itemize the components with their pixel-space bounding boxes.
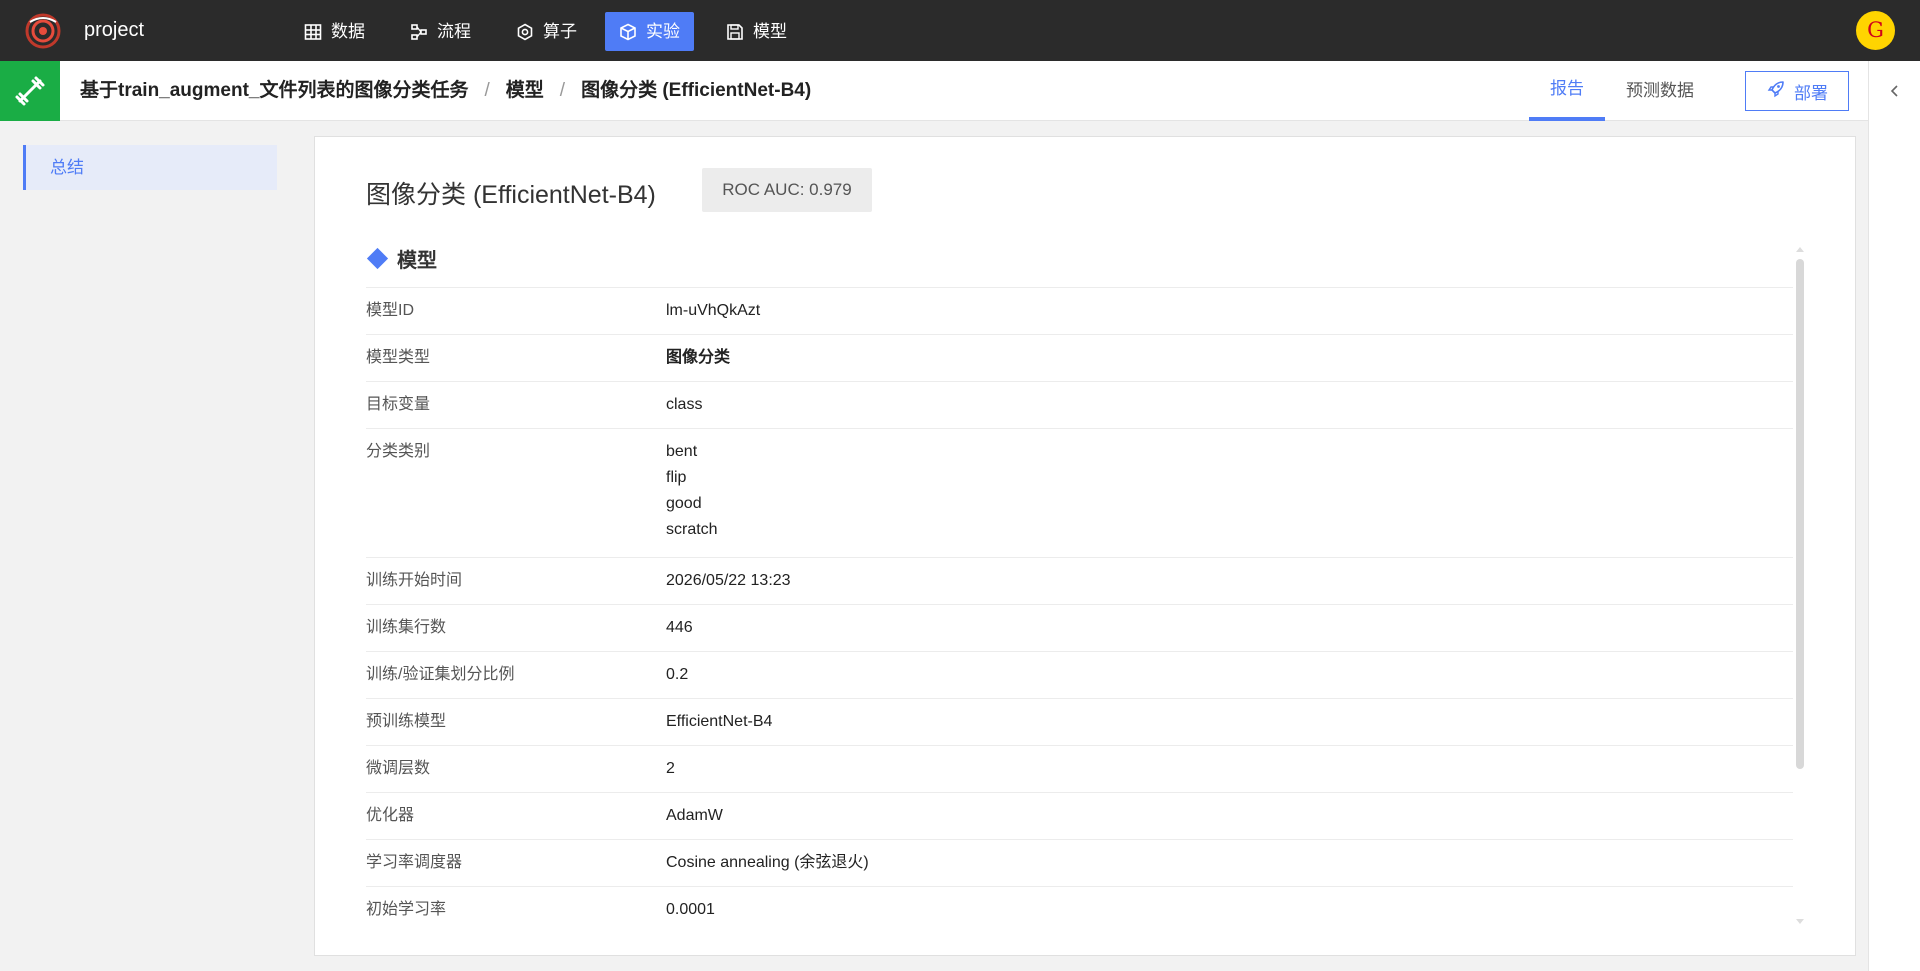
row-key: 微调层数 (366, 760, 431, 777)
tab-report[interactable]: 报告 (1529, 61, 1605, 121)
table-row: 目标变量 class (366, 381, 1793, 428)
class-item: flip (666, 469, 687, 486)
row-key: 模型类型 (366, 349, 431, 366)
table-row: 优化器 AdamW (366, 792, 1793, 839)
diamond-icon (366, 247, 389, 269)
breadcrumb-bar: 基于train_augment_文件列表的图像分类任务 / 模型 / 图像分类 (Eff… (0, 61, 1868, 121)
nav-item-label: 算子 (543, 22, 577, 41)
nav-item-flow[interactable]: 流程 (396, 12, 485, 51)
table-row: 微调层数 2 (366, 745, 1793, 792)
table-row: 训练/验证集划分比例 0.2 (366, 651, 1793, 698)
class-item: bent (666, 443, 698, 460)
nav-item-data[interactable]: 数据 (290, 12, 379, 51)
table-row: 学习率调度器 Cosine annealing (余弦退火) (366, 839, 1793, 886)
app-logo-icon[interactable] (24, 12, 62, 50)
nav-item-label: 实验 (646, 22, 680, 41)
nav-item-label: 数据 (331, 22, 365, 41)
flow-icon (410, 23, 428, 41)
hexagon-icon (516, 23, 534, 41)
table-row: 模型类型 图像分类 (366, 334, 1793, 381)
table-row: 预训练模型 EfficientNet-B4 (366, 698, 1793, 745)
scroll-thumb[interactable] (1796, 259, 1804, 769)
section-title: 模型 (397, 249, 437, 272)
nav-item-operators[interactable]: 算子 (502, 12, 591, 51)
page-title: 图像分类 (EfficientNet-B4) (366, 181, 656, 209)
row-value: 2 (666, 760, 675, 777)
deploy-label: 部署 (1794, 83, 1828, 103)
row-value: 0.0001 (666, 901, 715, 918)
class-item: scratch (666, 521, 718, 538)
vertical-scrollbar[interactable] (1795, 247, 1805, 927)
table-row: 分类类别 bent flip good scratch (366, 428, 1793, 557)
rocket-icon (1766, 79, 1786, 104)
table-row: 初始学习率 0.0001 (366, 886, 1793, 933)
scroll-down-arrow-icon[interactable] (1796, 919, 1804, 924)
row-key: 预训练模型 (366, 713, 447, 730)
metric-badge: ROC AUC: 0.979 (702, 168, 872, 212)
nav-item-experiments[interactable]: 实验 (605, 12, 694, 51)
right-side-panel (1868, 61, 1920, 971)
row-value: class (666, 396, 703, 413)
app-name[interactable]: project (84, 0, 144, 61)
row-key: 优化器 (366, 807, 415, 824)
row-key: 训练开始时间 (366, 572, 463, 589)
row-key: 分类类别 (366, 443, 431, 460)
breadcrumb-separator: / (484, 80, 490, 101)
cube-icon (619, 23, 637, 41)
nav-item-label: 流程 (437, 22, 471, 41)
scroll-up-arrow-icon[interactable] (1796, 247, 1804, 252)
user-avatar[interactable]: G (1856, 11, 1895, 50)
breadcrumb-current-model: 图像分类 (EfficientNet-B4) (581, 80, 812, 101)
report-card: 图像分类 (EfficientNet-B4) ROC AUC: 0.979 模型… (314, 136, 1856, 956)
row-key: 学习率调度器 (366, 854, 463, 871)
breadcrumb: 基于train_augment_文件列表的图像分类任务 / 模型 / 图像分类 (Eff… (80, 61, 811, 121)
row-value: 2026/05/22 13:23 (666, 572, 791, 589)
row-value-list: bent flip good scratch (666, 439, 718, 543)
nav-item-models[interactable]: 模型 (712, 12, 801, 51)
breadcrumb-separator: / (559, 80, 566, 101)
sidebar-item-summary[interactable]: 总结 (23, 145, 277, 190)
row-key: 模型ID (366, 302, 415, 319)
deploy-button[interactable]: 部署 (1745, 71, 1849, 111)
section-header-model: 模型 (366, 243, 437, 273)
breadcrumb-task[interactable]: 基于train_augment_文件列表的图像分类任务 (80, 80, 468, 101)
save-icon (726, 23, 744, 41)
nav-item-label: 模型 (753, 22, 787, 41)
table-icon (304, 23, 322, 41)
model-info-table: 模型ID lm-uVhQkAzt 模型类型 图像分类 目标变量 class 分类… (366, 287, 1793, 933)
table-row: 训练开始时间 2026/05/22 13:23 (366, 557, 1793, 604)
row-key: 目标变量 (366, 396, 431, 413)
row-key: 训练/验证集划分比例 (366, 666, 515, 683)
breadcrumb-models[interactable]: 模型 (506, 80, 544, 101)
experiment-tool-icon (0, 61, 60, 121)
row-value: lm-uVhQkAzt (666, 302, 761, 319)
chevron-left-icon[interactable] (1887, 83, 1903, 99)
row-value: AdamW (666, 807, 723, 824)
top-nav-bar: project 数据 流程 算子 实验 模型 G (0, 0, 1920, 61)
row-value: Cosine annealing (余弦退火) (666, 854, 869, 871)
tab-prediction-data[interactable]: 预测数据 (1620, 61, 1700, 121)
row-value: 图像分类 (666, 349, 731, 366)
row-key: 训练集行数 (366, 619, 447, 636)
table-row: 训练集行数 446 (366, 604, 1793, 651)
row-key: 初始学习率 (366, 901, 447, 918)
table-row: 模型ID lm-uVhQkAzt (366, 287, 1793, 334)
row-value: 0.2 (666, 666, 689, 683)
class-item: good (666, 495, 702, 512)
row-value: EfficientNet-B4 (666, 713, 773, 730)
row-value: 446 (666, 619, 693, 636)
